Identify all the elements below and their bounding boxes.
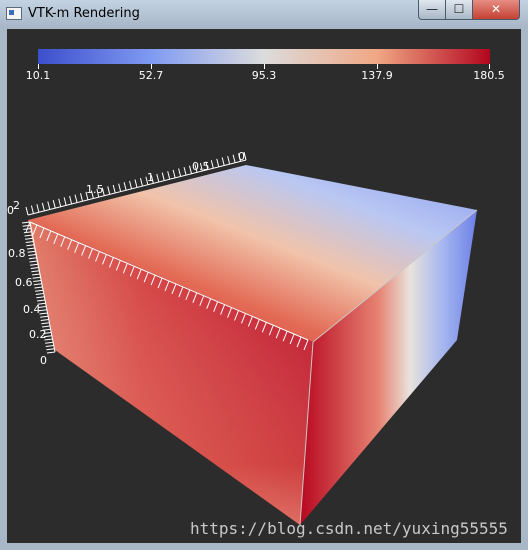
left-axis-tick [30,267,39,269]
app-icon [6,7,22,20]
left-axis-tick [41,325,51,328]
top-axis-tick [129,180,133,189]
left-axis-tick [46,351,56,354]
top-axis-tick [210,160,214,169]
left-axis-tick [28,254,37,256]
top-axis-tick [30,205,34,214]
left-axis-tick [30,263,39,266]
top-axis-tick [25,206,29,216]
top-axis-tick-label: 2 [13,199,20,212]
top-axis-tick [183,167,187,176]
top-axis-tick [216,158,220,167]
top-axis-tick [123,182,127,191]
top-axis-tick [47,201,51,210]
top-axis-tick [112,184,116,194]
top-axis-tick [134,179,138,188]
title-bar[interactable]: VTK-m Rendering — ☐ ✕ [0,0,528,28]
front-axis-tick [25,221,31,233]
top-axis-tick [118,183,122,192]
left-axis-tick-label: 0 [40,354,47,367]
left-axis-tick [41,322,50,325]
top-axis-tick-label: 1.5 [86,183,104,196]
left-axis-top-label: 0 [7,204,14,217]
left-axis-tick [33,280,42,282]
left-axis-tick [28,257,37,260]
left-axis-tick [39,312,48,315]
top-axis-tick [167,171,171,180]
left-axis-tick [35,289,44,292]
top-axis-tick [63,197,67,206]
top-axis-tick [58,198,62,207]
volume-render: 0 0.5 1 1.5 2 0 0 0.2 0.4 0.6 0.8 [7,150,478,526]
top-axis-tick-label: 0.5 [192,160,210,173]
top-axis-tick [41,202,45,211]
left-axis-tick [35,293,44,295]
left-axis-tick [34,286,43,289]
top-axis-tick [69,195,73,205]
top-axis-tick [156,173,160,183]
top-axis-tick [178,168,182,177]
top-axis-tick [172,169,176,178]
left-axis-tick [32,276,41,279]
left-axis-tick [40,315,49,318]
left-axis-tick [26,244,35,247]
watermark-text: https://blog.csdn.net/yuxing55555 [190,519,508,538]
left-axis-tick [40,319,49,321]
render-window: VTK-m Rendering — ☐ ✕ 10.1 52.7 95.3 137… [0,0,528,550]
top-axis-tick [36,204,40,213]
left-axis-tick-label: 0.4 [23,303,41,316]
top-axis-tick-label: 0 [238,150,245,163]
window-title: VTK-m Rendering [28,6,140,21]
left-axis-tick-label: 0.8 [8,247,26,260]
left-axis-tick-label: 0.2 [29,328,47,341]
top-axis-tick [227,156,231,165]
left-axis-tick [36,296,45,299]
top-axis-tick [232,154,236,163]
left-axis-tick [46,348,55,351]
left-axis-tick [45,341,54,344]
top-axis-tick [52,200,56,209]
left-axis-tick-label: 0.6 [15,276,33,289]
left-axis-tick [26,247,36,250]
top-axis-tick [74,194,78,203]
left-axis-tick [31,273,41,276]
maximize-button[interactable]: ☐ [445,0,473,20]
close-button[interactable]: ✕ [472,0,520,20]
render-viewport[interactable]: 10.1 52.7 95.3 137.9 180.5 0 0.5 1 1.5 2… [7,29,521,543]
left-axis-tick [25,241,34,243]
left-axis-tick [36,299,46,302]
left-axis-tick [27,250,36,253]
left-axis-tick [29,260,38,263]
top-axis-tick [161,172,165,181]
left-axis-tick [25,237,34,240]
top-axis-tick [107,186,111,195]
top-axis-tick [139,178,143,187]
left-axis-tick [31,270,40,273]
top-axis-tick [221,157,225,166]
minimize-button[interactable]: — [418,0,446,20]
left-axis-tick [45,345,54,347]
top-axis-tick-label: 1 [147,171,154,184]
top-axis-tick [80,193,83,202]
left-axis-tick [33,283,42,286]
